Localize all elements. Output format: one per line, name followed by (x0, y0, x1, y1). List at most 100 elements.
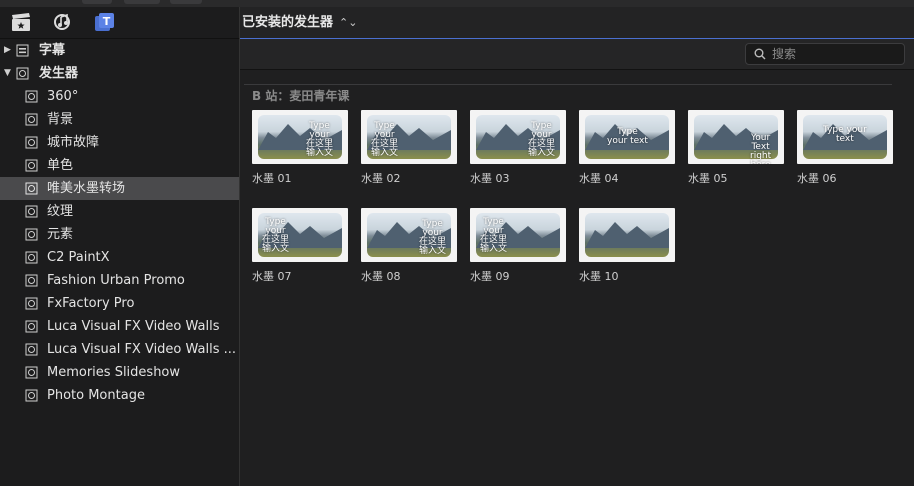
sidebar-item-label: 纹理 (47, 204, 74, 219)
browser-header: 已安装的发生器 ⌃⌄ (240, 7, 914, 39)
library-popup[interactable]: 已安装的发生器 ⌃⌄ (240, 7, 357, 38)
sidebar-item-label: 城市故障 (47, 135, 100, 150)
top-tab[interactable] (124, 0, 160, 4)
generator-icon (25, 228, 38, 241)
thumbnail-text: Type your 在这里 输入文 (306, 121, 334, 158)
sidebar-item-solids[interactable]: 单色 (0, 154, 239, 177)
generator-tile[interactable]: Your Text right here 水墨 05 (688, 110, 784, 186)
sidebar-item-elements[interactable]: 元素 (0, 223, 239, 246)
top-strip (0, 0, 914, 7)
sidebar-item-photo-montage[interactable]: Photo Montage (0, 384, 239, 407)
generator-thumbnail: Type your 在这里 输入文 (470, 208, 566, 262)
tile-caption: 水墨 09 (470, 270, 510, 283)
generator-icon (25, 182, 38, 195)
generator-icon (25, 159, 38, 172)
top-tab[interactable] (82, 0, 112, 4)
generator-icon (25, 205, 38, 218)
sidebar-item-generators[interactable]: ▼ 发生器 (0, 62, 239, 85)
generator-icon (25, 343, 38, 356)
sidebar-item-label: C2 PaintX (47, 250, 110, 265)
generator-thumbnail: Your Text right here (688, 110, 784, 164)
generator-tile[interactable]: Type your text 水墨 04 (579, 110, 675, 186)
sidebar-toolbar: T (0, 7, 239, 39)
chevron-updown-icon: ⌃⌄ (339, 16, 358, 29)
sidebar-item-ink-transitions[interactable]: 唯美水墨转场 (0, 177, 239, 200)
tile-caption: 水墨 03 (470, 172, 510, 185)
sidebar-item-memories-slideshow[interactable]: Memories Slideshow (0, 361, 239, 384)
generator-tile[interactable]: 水墨 10 (579, 208, 675, 284)
tile-caption: 水墨 02 (361, 172, 401, 185)
sidebar-item-label: Luca Visual FX Video Walls ... (47, 342, 237, 357)
thumbnail-text: Type your 在这里 输入文 (419, 219, 447, 256)
generator-icon (25, 274, 38, 287)
sidebar-item-label: Photo Montage (47, 388, 145, 403)
sidebar-item-textures[interactable]: 纹理 (0, 200, 239, 223)
tile-caption: 水墨 06 (797, 172, 837, 185)
sidebar-item-titles[interactable]: ▶ 字幕 (0, 39, 239, 62)
top-tab[interactable] (170, 0, 202, 4)
generator-icon (25, 136, 38, 149)
disclosure-collapsed-icon[interactable]: ▶ (4, 39, 14, 62)
browser-main: 已安装的发生器 ⌃⌄ B 站：麦田青年课 Type your 在这里 输入文 水墨… (240, 7, 914, 486)
thumbnail-text: Your Text right here (750, 133, 772, 165)
generator-icon (16, 67, 29, 80)
search-field[interactable] (745, 43, 905, 65)
generator-tile[interactable]: Type your 在这里 输入文 水墨 09 (470, 208, 566, 284)
generator-thumbnail: Type your text (579, 110, 675, 164)
tile-caption: 水墨 07 (252, 270, 292, 283)
sidebar-item-360[interactable]: 360° (0, 85, 239, 108)
sidebar: T ▶ 字幕 ▼ 发生器 360° 背景 城市故障 单色 唯美水墨转场 纹理 元… (0, 7, 240, 486)
generator-tile[interactable]: Type your 在这里 输入文 水墨 07 (252, 208, 348, 284)
generator-tile[interactable]: Type your 在这里 输入文 水墨 02 (361, 110, 457, 186)
music-icon[interactable] (52, 12, 74, 32)
sidebar-item-fashion-urban-promo[interactable]: Fashion Urban Promo (0, 269, 239, 292)
sidebar-item-label: 字幕 (39, 43, 66, 58)
svg-text:T: T (103, 15, 111, 28)
generator-thumbnail: Type your 在这里 输入文 (361, 110, 457, 164)
sidebar-item-backgrounds[interactable]: 背景 (0, 108, 239, 131)
generator-tile[interactable]: Type your 在这里 输入文 水墨 08 (361, 208, 457, 284)
generator-icon (25, 113, 38, 126)
sidebar-item-label: 发生器 (39, 66, 79, 81)
generator-thumbnail: Type your 在这里 输入文 (252, 208, 348, 262)
generator-thumbnail: Type your text (797, 110, 893, 164)
page-title: 已安装的发生器 (242, 15, 334, 30)
generator-tile[interactable]: Type your text 水墨 06 (797, 110, 893, 186)
tile-caption: 水墨 04 (579, 172, 619, 185)
thumbnail-text: Type your 在这里 输入文 (371, 121, 399, 158)
generator-icon (25, 389, 38, 402)
sidebar-item-luca-video-walls[interactable]: Luca Visual FX Video Walls (0, 315, 239, 338)
titles-icon[interactable]: T (94, 12, 116, 32)
generator-tile[interactable]: Type your 在这里 输入文 水墨 01 (252, 110, 348, 186)
thumbnail-text: Type your 在这里 输入文 (528, 121, 556, 158)
tile-caption: 水墨 08 (361, 270, 401, 283)
sidebar-item-fxfactory-pro[interactable]: FxFactory Pro (0, 292, 239, 315)
thumbnail-text: Type your 在这里 输入文 (262, 217, 290, 254)
search-input[interactable] (772, 45, 898, 62)
sidebar-item-label: 唯美水墨转场 (47, 181, 126, 196)
sidebar-item-luca-video-walls-2[interactable]: Luca Visual FX Video Walls ... (0, 338, 239, 361)
search-bar (240, 39, 914, 70)
sidebar-item-label: Luca Visual FX Video Walls (47, 319, 220, 334)
disclosure-expanded-icon[interactable]: ▼ (4, 62, 14, 85)
group-header: B 站：麦田青年课 (252, 89, 350, 103)
generator-thumbnail: Type your 在这里 输入文 (252, 110, 348, 164)
sidebar-item-label: Memories Slideshow (47, 365, 181, 380)
titles-category-icon (16, 44, 29, 57)
sidebar-item-c2-paintx[interactable]: C2 PaintX (0, 246, 239, 269)
sidebar-item-label: Fashion Urban Promo (47, 273, 185, 288)
sidebar-item-city-glitch[interactable]: 城市故障 (0, 131, 239, 154)
generator-icon (25, 251, 38, 264)
tile-caption: 水墨 10 (579, 270, 619, 283)
browser-tree: ▶ 字幕 ▼ 发生器 360° 背景 城市故障 单色 唯美水墨转场 纹理 元素 … (0, 39, 239, 407)
thumbnail-text: Type your text (823, 125, 867, 144)
generator-tile[interactable]: Type your 在这里 输入文 水墨 03 (470, 110, 566, 186)
tile-caption: 水墨 01 (252, 172, 292, 185)
generator-thumbnail: Type your 在这里 输入文 (470, 110, 566, 164)
clapper-icon[interactable] (10, 12, 32, 32)
generator-icon (25, 90, 38, 103)
sidebar-item-label: 背景 (47, 112, 74, 127)
sidebar-item-label: 单色 (47, 158, 74, 173)
thumbnail-text: Type your 在这里 输入文 (480, 217, 508, 254)
generator-icon (25, 320, 38, 333)
